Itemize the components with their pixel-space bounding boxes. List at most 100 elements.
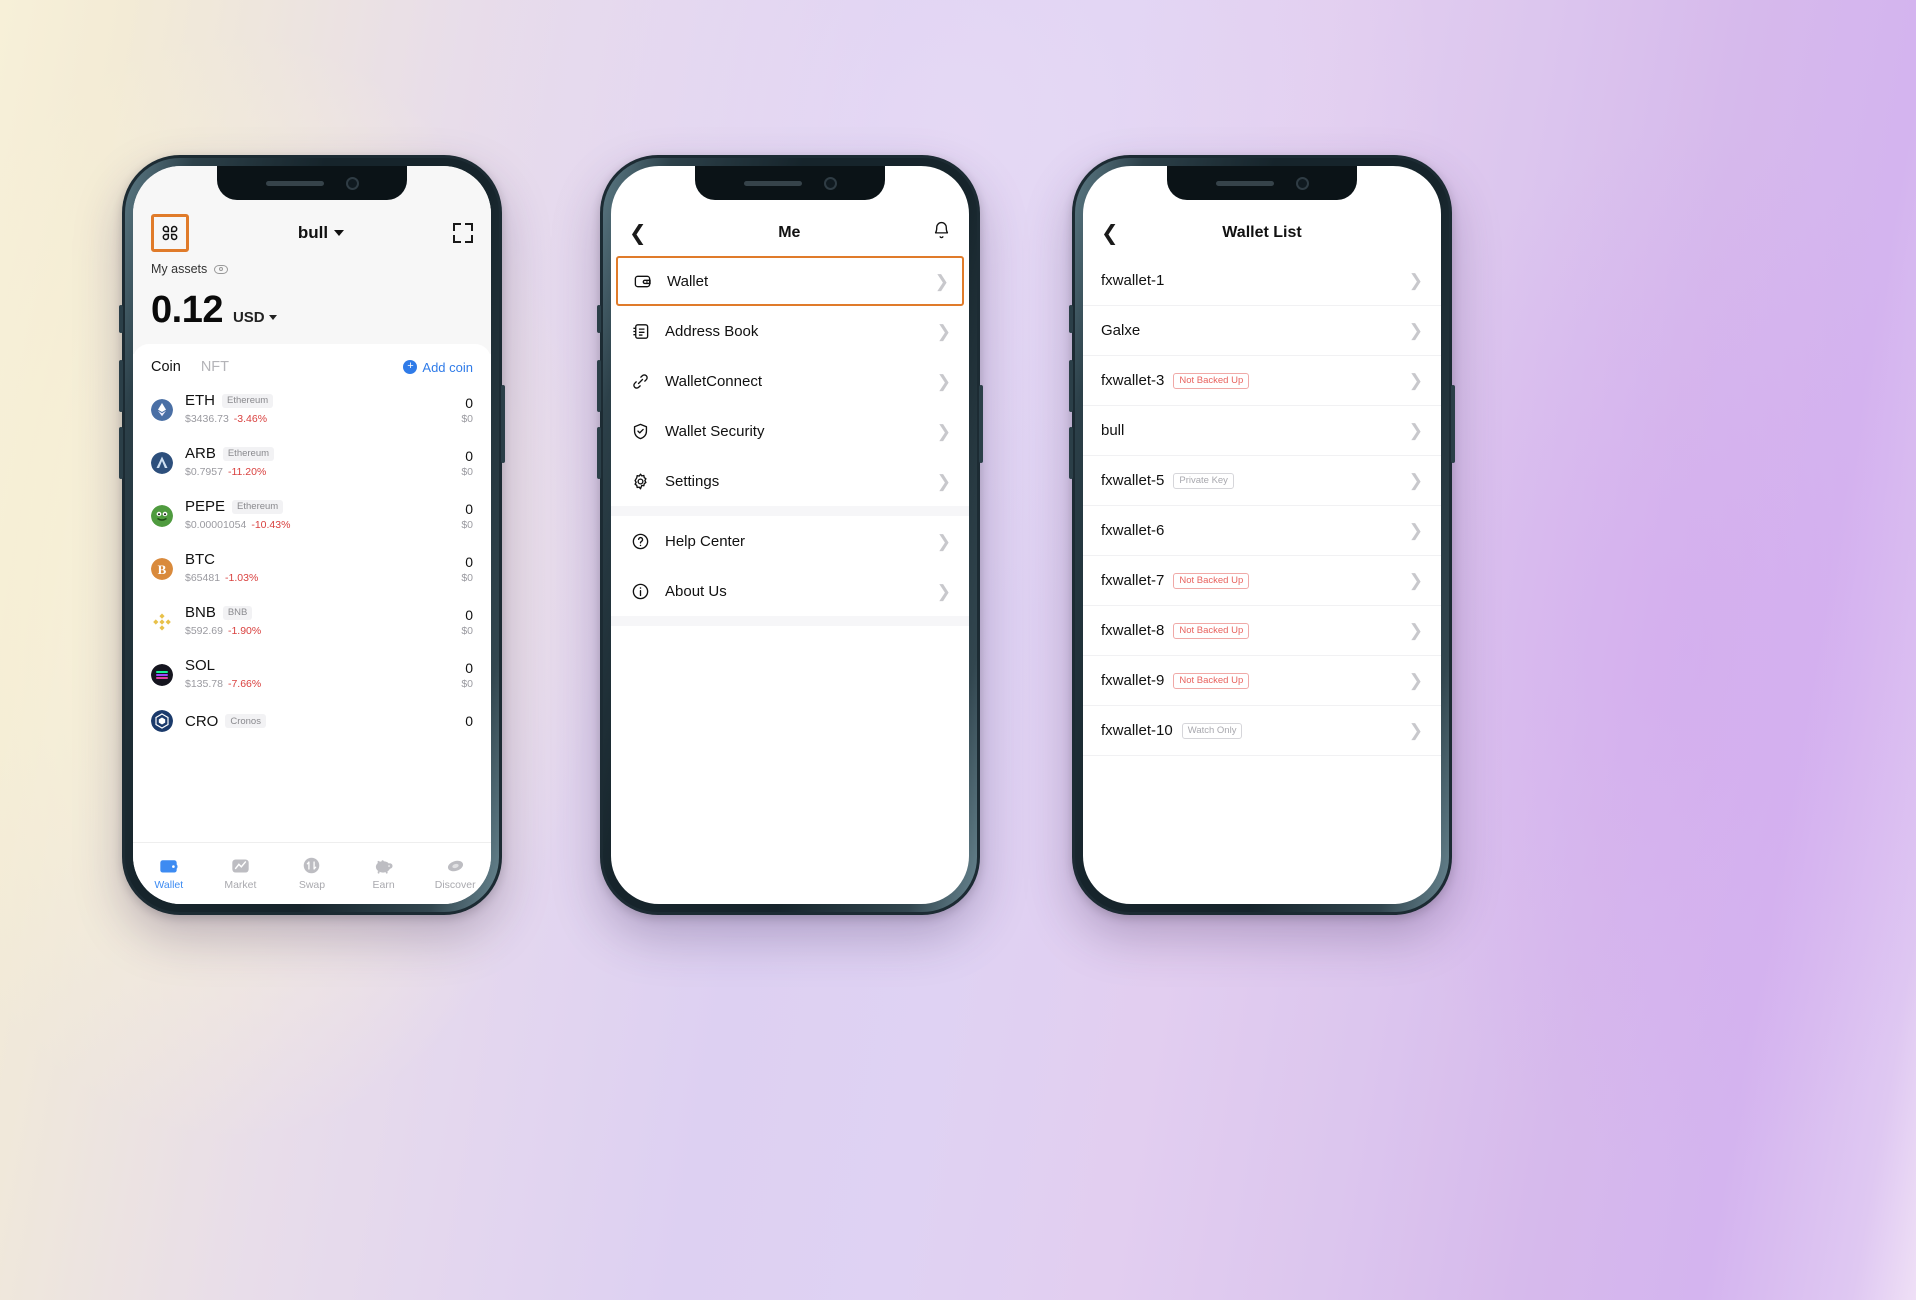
coin-price-row: $592.69 -1.90% xyxy=(185,625,261,637)
back-chevron-icon[interactable]: ❮ xyxy=(1101,223,1119,244)
gear-icon xyxy=(629,472,651,491)
front-camera xyxy=(1295,176,1309,190)
phone-me-screen: ❮ Me Wallet ❯ Address Book ❯ WalletConnect ❯ W… xyxy=(597,155,983,915)
tab-nft[interactable]: NFT xyxy=(201,359,229,375)
wallet-list-item[interactable]: Galxe ❯ xyxy=(1083,306,1441,356)
wallet-list-item[interactable]: bull ❯ xyxy=(1083,406,1441,456)
coin-row[interactable]: ARB Ethereum $0.7957 -11.20% 0 $0 xyxy=(133,436,491,489)
address-book-icon xyxy=(629,322,651,341)
phone-notch xyxy=(217,166,407,200)
wallet-name: fxwallet-1 xyxy=(1101,272,1165,289)
tab-coin[interactable]: Coin xyxy=(151,359,181,375)
menu-item-settings[interactable]: Settings ❯ xyxy=(611,456,969,506)
menu-item-label: Wallet Security xyxy=(665,422,765,440)
wallet-list-item[interactable]: fxwallet-7 Not Backed Up ❯ xyxy=(1083,556,1441,606)
grid-menu-button[interactable] xyxy=(151,214,189,252)
add-coin-button[interactable]: + Add coin xyxy=(403,360,473,375)
chart-icon xyxy=(229,857,251,875)
menu-item-walletconnect[interactable]: WalletConnect ❯ xyxy=(611,356,969,406)
coin-amount: 0 xyxy=(465,713,473,729)
menu-item-wallet[interactable]: Wallet ❯ xyxy=(616,256,964,306)
menu-item-address-book[interactable]: Address Book ❯ xyxy=(611,306,969,356)
chevron-right-icon: ❯ xyxy=(1408,371,1423,390)
balance-value: 0.12 xyxy=(151,289,223,331)
scan-fullscreen-button[interactable] xyxy=(453,223,473,243)
menu-item-label: Settings xyxy=(665,472,720,490)
my-assets-row: My assets xyxy=(151,262,473,276)
chevron-right-icon: ❯ xyxy=(1408,721,1423,740)
wallet-name: fxwallet-8 xyxy=(1101,622,1165,639)
wallet-list-item[interactable]: fxwallet-9 Not Backed Up ❯ xyxy=(1083,656,1441,706)
tab-discover[interactable]: Discover xyxy=(419,843,491,904)
tab-swap[interactable]: Swap xyxy=(276,843,348,904)
coin-chain-badge: Ethereum xyxy=(232,499,284,514)
coin-logo-icon: B xyxy=(151,557,173,580)
wallet-name: fxwallet-9 xyxy=(1101,672,1165,689)
wallet-name: fxwallet-5 xyxy=(1101,472,1165,489)
chevron-right-icon: ❯ xyxy=(1408,571,1423,590)
coin-row[interactable]: ETH Ethereum $3436.73 -3.46% 0 $0 xyxy=(133,383,491,436)
coin-change: -3.46% xyxy=(233,413,268,425)
wallet-status-badge: Not Backed Up xyxy=(1173,622,1250,639)
menu-divider xyxy=(611,616,969,626)
coin-row[interactable]: B BTC $65481 -1.03% 0 $0 xyxy=(133,542,491,595)
menu-item-label: WalletConnect xyxy=(665,372,762,390)
wallet-list-item[interactable]: fxwallet-6 ❯ xyxy=(1083,506,1441,556)
coin-logo-icon xyxy=(151,611,173,633)
menu-item-wallet-security[interactable]: Wallet Security ❯ xyxy=(611,406,969,456)
coin-row[interactable]: SOL $135.78 -7.66% 0 $0 xyxy=(133,648,491,701)
coin-amount: 0 xyxy=(465,606,473,623)
wallet-list-item[interactable]: fxwallet-5 Private Key ❯ xyxy=(1083,456,1441,506)
tab-market[interactable]: Market xyxy=(205,843,277,904)
bell-icon[interactable] xyxy=(932,221,951,245)
volume-down-button xyxy=(1069,427,1073,479)
coin-row[interactable]: BNB BNB $592.69 -1.90% 0 $0 xyxy=(133,595,491,648)
phone-wallet-list-screen: ❮ Wallet List fxwallet-1 ❯ Galxe ❯ fxwallet-… xyxy=(1069,155,1455,915)
chevron-down-icon xyxy=(268,315,277,320)
coin-price: $0.00001054 xyxy=(185,519,247,531)
wallet-list-item[interactable]: fxwallet-1 ❯ xyxy=(1083,256,1441,306)
eye-icon[interactable] xyxy=(214,264,229,274)
coin-row[interactable]: PEPE Ethereum $0.00001054 -10.43% 0 $0 xyxy=(133,489,491,542)
tab-earn[interactable]: Earn xyxy=(348,843,420,904)
currency-selector[interactable]: USD xyxy=(233,309,277,326)
chevron-right-icon: ❯ xyxy=(1408,421,1423,440)
wallet-icon xyxy=(158,857,180,875)
wallet-status-badge: Not Backed Up xyxy=(1173,672,1250,689)
coin-symbol: BTC xyxy=(185,551,215,568)
coin-change: -10.43% xyxy=(251,519,291,531)
wallet-list-item[interactable]: fxwallet-10 Watch Only ❯ xyxy=(1083,706,1441,756)
coin-price-row: $0.00001054 -10.43% xyxy=(185,519,290,531)
discover-icon xyxy=(444,857,466,875)
coin-row[interactable]: CRO Cronos 0 xyxy=(133,701,491,741)
earpiece-speaker xyxy=(1215,180,1274,186)
assets-summary: My assets 0.12 USD xyxy=(133,256,491,354)
mute-switch xyxy=(1069,305,1073,333)
svg-text:B: B xyxy=(158,562,167,577)
wallet-list-item[interactable]: fxwallet-3 Not Backed Up ❯ xyxy=(1083,356,1441,406)
coin-amount: 0 xyxy=(465,447,473,464)
plus-icon: + xyxy=(403,360,418,374)
chevron-right-icon: ❯ xyxy=(1408,671,1423,690)
coin-symbol: SOL xyxy=(185,657,216,674)
me-menu-group-primary: Wallet ❯ Address Book ❯ WalletConnect ❯ Wallet… xyxy=(611,256,969,506)
power-button xyxy=(1451,385,1455,463)
volume-up-button xyxy=(1069,360,1073,412)
wallet-name: bull xyxy=(1101,422,1125,439)
volume-up-button xyxy=(597,360,601,412)
add-coin-label: Add coin xyxy=(422,359,473,375)
chevron-right-icon: ❯ xyxy=(936,581,951,601)
phone-wallet-screen: bull My assets 0.12 USD Coin NFT + Add c… xyxy=(119,155,505,915)
swap-icon xyxy=(301,857,323,875)
wallet-name-selector[interactable]: bull xyxy=(297,223,345,243)
back-chevron-icon[interactable]: ❮ xyxy=(629,223,647,244)
menu-item-about-us[interactable]: About Us ❯ xyxy=(611,566,969,616)
wallet-name-label: bull xyxy=(297,223,329,242)
menu-item-help-center[interactable]: Help Center ❯ xyxy=(611,516,969,566)
coin-change: -1.90% xyxy=(227,625,262,637)
my-assets-label: My assets xyxy=(151,262,208,276)
wallet-list-header: ❮ Wallet List xyxy=(1083,210,1441,256)
wallet-list-item[interactable]: fxwallet-8 Not Backed Up ❯ xyxy=(1083,606,1441,656)
tab-wallet[interactable]: Wallet xyxy=(133,843,205,904)
coin-symbol: PEPE xyxy=(185,498,226,515)
